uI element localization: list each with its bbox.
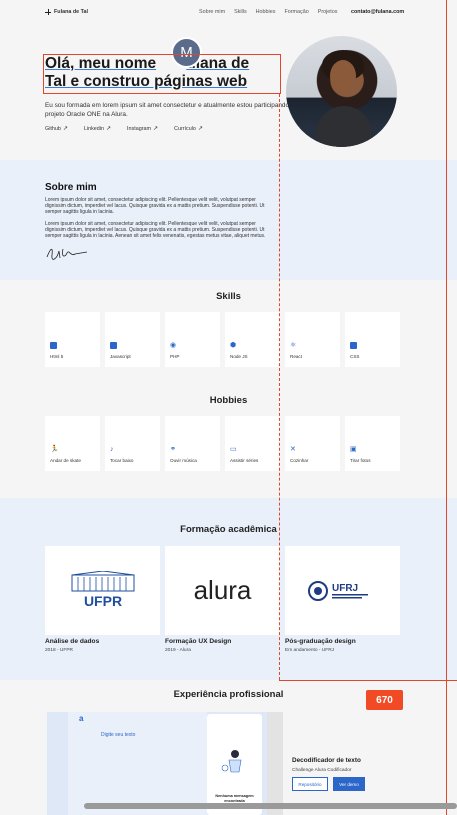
ufpr-logo: UFPR: [71, 570, 134, 609]
education-card-alura[interactable]: alura: [165, 546, 280, 635]
tv-icon: ▭: [230, 446, 237, 453]
guide-line-horizontal: [279, 680, 457, 681]
hobby-card[interactable]: ♪ Tocar baixo: [105, 416, 160, 471]
profile-photo: [286, 36, 397, 147]
education-meta: 2018 - UFPR: [45, 648, 73, 653]
person-illustration: [221, 750, 242, 773]
hobbies-title: Hobbies: [209, 395, 248, 406]
skill-card[interactable]: Html 5: [45, 312, 100, 367]
about-paragraph-2: Lorem ipsum dolor sit amet, consectetur …: [45, 221, 266, 239]
skill-card[interactable]: ◉ PHP: [165, 312, 220, 367]
hobby-card[interactable]: ▣ Tirar fotos: [345, 416, 400, 471]
nav-hobbies[interactable]: Hobbies: [256, 9, 276, 15]
selection-box: [43, 54, 281, 94]
education-card-ufrj[interactable]: UFRJ: [285, 546, 400, 635]
education-title: Formação acadêmica: [180, 524, 277, 535]
instagram-link[interactable]: Instagram ↗: [127, 125, 158, 132]
curriculo-link[interactable]: Currículo ↗: [174, 125, 203, 132]
hobby-card[interactable]: ▭ Assistir séries: [225, 416, 280, 471]
measurement-badge: 670: [366, 690, 403, 710]
about-paragraph-1: Lorem ipsum dolor sit amet, consectetur …: [45, 197, 265, 215]
nodejs-icon: ⬢: [230, 342, 237, 349]
headphones-icon: ⚭: [170, 446, 176, 453]
skill-card[interactable]: ⚛ React: [285, 312, 340, 367]
svg-text:UFPR: UFPR: [83, 593, 121, 609]
arrow-up-right-icon: ↗: [153, 126, 159, 132]
project-preview-editor: a Digite seu texto: [68, 712, 207, 815]
project-subtitle: Challenge Alura Codificador: [292, 768, 352, 773]
guide-line-vertical: [279, 94, 280, 680]
horizontal-scrollbar[interactable]: [84, 803, 457, 809]
guide-line-right: [446, 0, 447, 815]
php-icon: ◉: [170, 342, 177, 349]
skills-title: Skills: [216, 291, 241, 302]
project-preview-output: Nenhuma mensagem encontrada: [207, 714, 262, 815]
ufrj-logo: UFRJ: [307, 580, 368, 601]
repository-button[interactable]: Repositório: [292, 777, 328, 791]
top-header: Fulana de Tal Sobre mim Skills Hobbies F…: [0, 0, 457, 26]
react-icon: ⚛: [290, 342, 297, 349]
nav-projetos[interactable]: Projetos: [318, 9, 338, 15]
hero-description: Eu sou formada em lorem ipsum sit amet c…: [45, 102, 298, 118]
arrow-up-right-icon: ↗: [106, 126, 112, 132]
css3-icon: [350, 342, 357, 351]
hobby-card[interactable]: ✕ Cozinhar: [285, 416, 340, 471]
svg-text:UFRJ: UFRJ: [332, 583, 358, 594]
hobbies-list: 🏃 Andar de skate ♪ Tocar baixo ⚭ Ouvir m…: [45, 416, 400, 471]
hobby-card[interactable]: 🏃 Andar de skate: [45, 416, 100, 471]
contact-email-link[interactable]: contato@fulana.com: [351, 9, 404, 15]
education-name: Análise de dados: [45, 638, 100, 645]
sparkle-icon: [45, 9, 51, 15]
hobby-card[interactable]: ⚭ Ouvir música: [165, 416, 220, 471]
alura-mini-logo: a: [79, 714, 84, 723]
about-section: Sobre mim Lorem ipsum dolor sit amet, co…: [0, 160, 457, 280]
html5-icon: [50, 342, 57, 351]
education-meta: 2019 - Alura: [165, 648, 191, 653]
logo-text: Fulana de Tal: [54, 9, 89, 15]
about-title: Sobre mim: [45, 182, 97, 193]
skill-card[interactable]: Javascript: [105, 312, 160, 367]
linkedin-link[interactable]: Linkedin ↗: [84, 125, 111, 132]
social-links: Github ↗ Linkedin ↗ Instagram ↗ Currículo ↗: [45, 125, 203, 132]
skateboard-icon: 🏃: [50, 446, 59, 453]
preview-scroll-area: [267, 712, 283, 815]
demo-button[interactable]: Ver demo: [333, 777, 365, 791]
utensils-icon: ✕: [290, 446, 296, 453]
skill-card[interactable]: ⬢ Node JS: [225, 312, 280, 367]
camera-icon: ▣: [350, 446, 357, 453]
nav-formacao[interactable]: Formação: [284, 9, 308, 15]
alura-logo: alura: [193, 575, 252, 605]
site-logo[interactable]: Fulana de Tal: [45, 9, 88, 15]
javascript-icon: [110, 342, 117, 351]
education-name: Formação UX Design: [165, 638, 232, 645]
portfolio-page: Fulana de Tal Sobre mim Skills Hobbies F…: [0, 0, 457, 815]
arrow-up-right-icon: ↗: [62, 126, 68, 132]
education-card-ufpr[interactable]: UFPR: [45, 546, 160, 635]
skills-list: Html 5 Javascript ◉ PHP ⬢ Node JS ⚛ Reac…: [45, 312, 400, 367]
guitar-icon: ♪: [110, 446, 114, 453]
main-nav: Sobre mim Skills Hobbies Formação Projet…: [199, 9, 338, 15]
nav-sobre[interactable]: Sobre mim: [199, 9, 225, 15]
project-title: Decodificador de texto: [292, 757, 361, 764]
skill-card[interactable]: CSS: [345, 312, 400, 367]
education-name: Pós-graduação design: [285, 638, 356, 645]
github-link[interactable]: Github ↗: [45, 125, 68, 132]
nav-skills[interactable]: Skills: [234, 9, 247, 15]
arrow-up-right-icon: ↗: [197, 126, 203, 132]
signature-image: [46, 248, 88, 260]
mock-input-text: Digite seu texto: [101, 732, 136, 738]
education-meta: Em andamento - UFRJ: [285, 648, 335, 653]
